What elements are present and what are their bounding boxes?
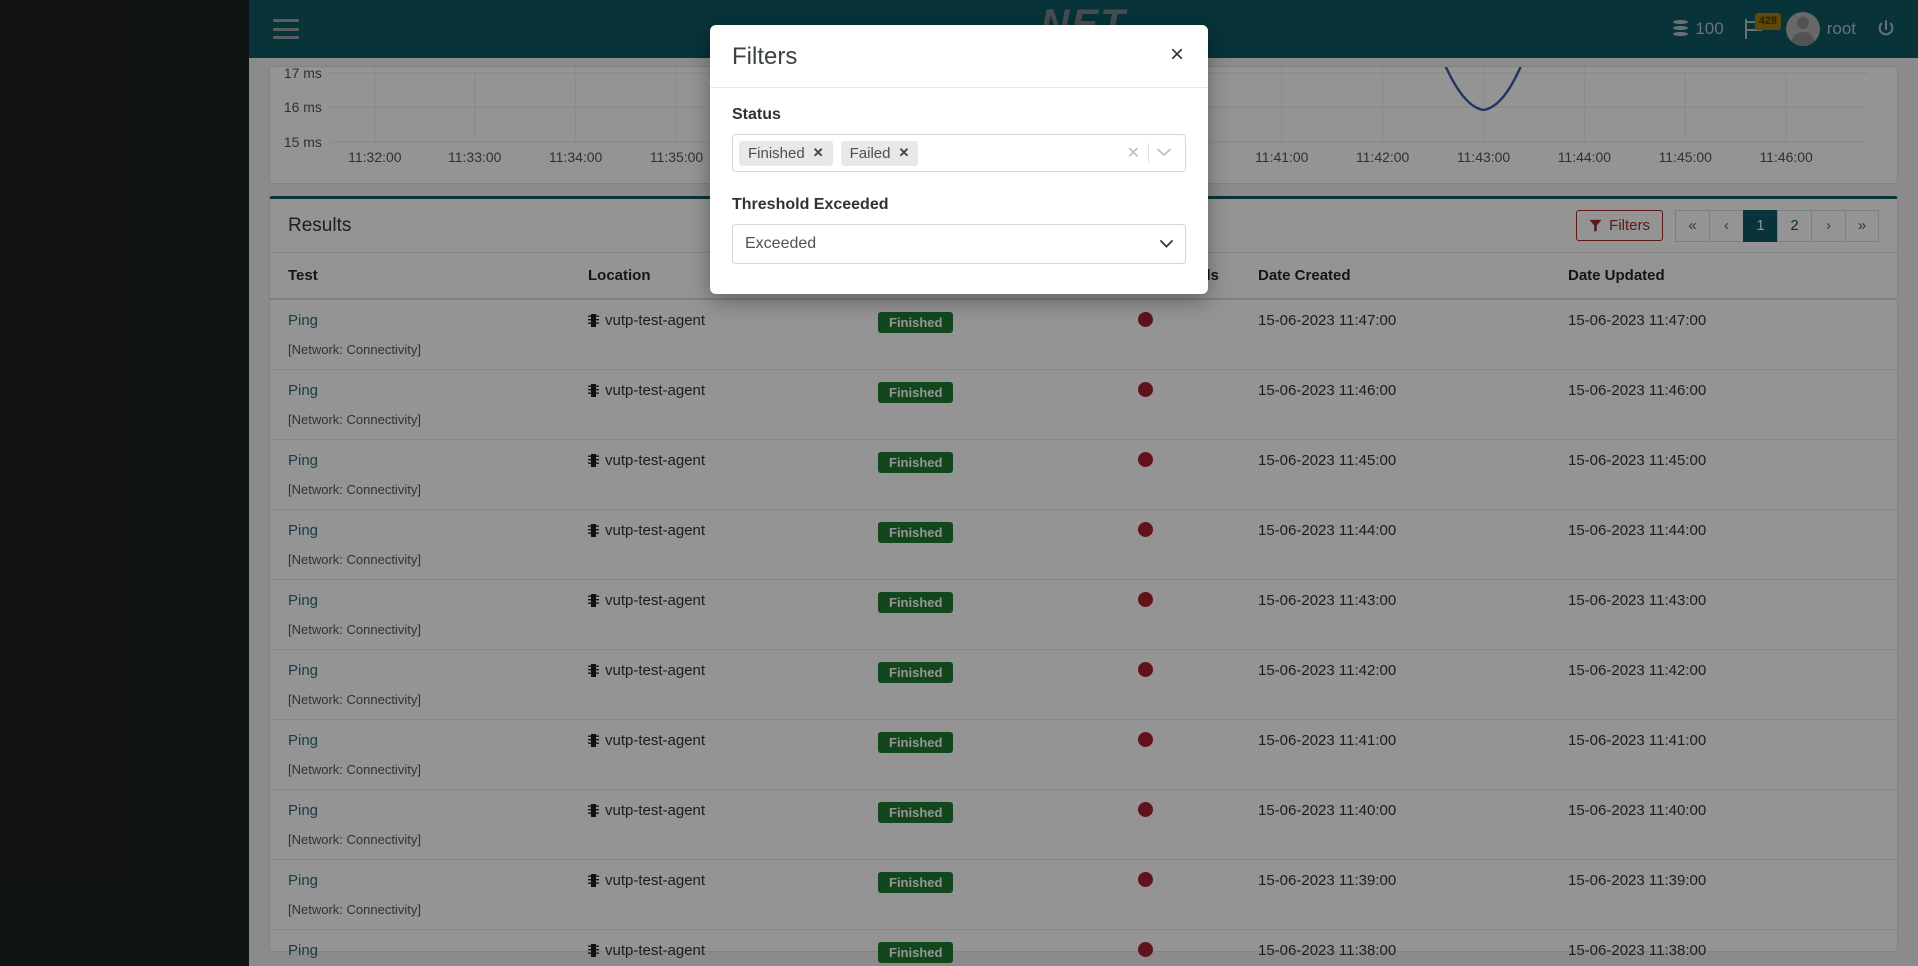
close-icon[interactable]: ×	[1168, 43, 1186, 67]
threshold-field-label: Threshold Exceeded	[732, 196, 889, 213]
status-caret-glyph	[1157, 148, 1171, 157]
status-selected-tags: Finished ✕ Failed ✕	[739, 140, 1119, 166]
filters-modal: Filters × Status Finished ✕ Failed ✕ ✕ T…	[710, 25, 1208, 294]
status-tag-failed-remove-icon[interactable]: ✕	[898, 145, 909, 161]
status-clear-all-icon[interactable]: ✕	[1119, 143, 1148, 163]
status-multiselect[interactable]: Finished ✕ Failed ✕ ✕	[732, 134, 1186, 172]
status-tag-failed[interactable]: Failed ✕	[840, 140, 919, 166]
application-root: NET 100 428 root 17 ms 16 ms 15 ms 11:32…	[0, 0, 1918, 966]
status-tag-finished[interactable]: Finished ✕	[739, 140, 833, 166]
chevron-down-icon[interactable]	[1149, 144, 1179, 162]
status-tag-failed-label: Failed	[849, 144, 891, 162]
threshold-select[interactable]: Exceeded	[732, 224, 1186, 264]
threshold-chevron-down-icon	[1160, 240, 1173, 248]
modal-title: Filters	[732, 43, 798, 70]
modal-header: Filters ×	[710, 25, 1208, 88]
status-tag-finished-label: Finished	[748, 144, 805, 162]
status-field-label: Status	[732, 106, 781, 123]
status-tag-finished-remove-icon[interactable]: ✕	[813, 145, 824, 161]
threshold-select-value: Exceeded	[745, 235, 817, 252]
modal-body: Status Finished ✕ Failed ✕ ✕ Threshold E…	[710, 88, 1208, 294]
